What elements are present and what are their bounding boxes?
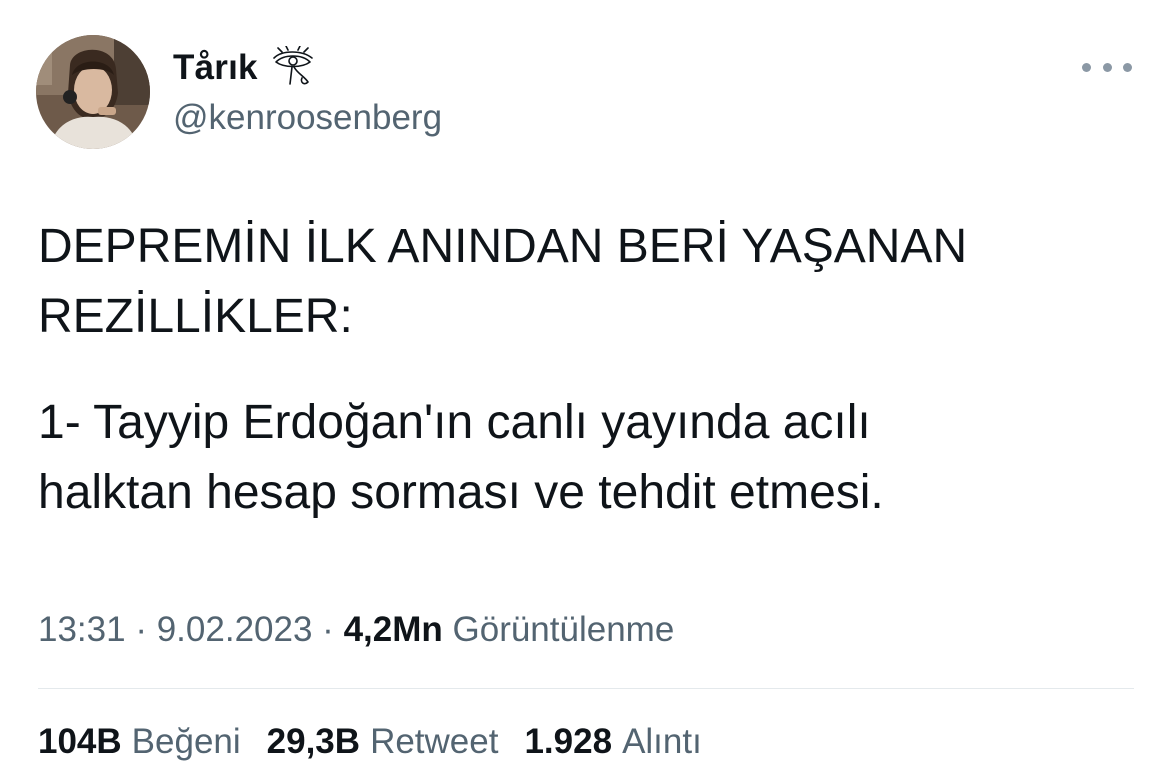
more-options-button[interactable] xyxy=(1082,52,1132,82)
meta-separator: · xyxy=(135,610,147,649)
tweet-paragraph: 1- Tayyip Erdoğan'ın canlı yayında acılı… xyxy=(38,396,884,519)
tweet-card: Tårık @kenroosenberg DEPREMİN İLK ANINDA… xyxy=(0,0,1170,762)
engagement-stats: 104B Beğeni 29,3B Retweet 1.928 Alıntı xyxy=(38,720,728,764)
quotes-label: Alıntı xyxy=(622,722,702,761)
tweet-date[interactable]: 9.02.2023 xyxy=(157,610,313,649)
avatar[interactable] xyxy=(36,35,150,149)
avatar-photo xyxy=(36,35,150,149)
more-dot-icon xyxy=(1102,62,1112,72)
eye-of-horus-icon xyxy=(272,46,313,85)
more-dot-icon xyxy=(1123,62,1132,72)
likes-label: Beğeni xyxy=(131,722,241,761)
retweets-stat[interactable]: 29,3B Retweet xyxy=(267,720,499,764)
views-label: Görüntülenme xyxy=(452,610,675,649)
likes-stat[interactable]: 104B Beğeni xyxy=(38,720,241,764)
divider xyxy=(38,688,1134,689)
tweet-text: DEPREMİN İLK ANINDAN BERİ YAŞANAN REZİLL… xyxy=(38,212,1138,528)
author-name-row[interactable]: Tårık xyxy=(173,46,318,90)
tweet-meta: 13:31 · 9.02.2023 · 4,2Mn Görüntülenme xyxy=(38,608,674,652)
views-count: 4,2Mn xyxy=(343,610,443,649)
meta-separator: · xyxy=(322,610,334,649)
retweets-count: 29,3B xyxy=(266,722,361,761)
tweet-paragraph: DEPREMİN İLK ANINDAN BERİ YAŞANAN REZİLL… xyxy=(38,220,968,343)
more-dot-icon xyxy=(1082,62,1091,72)
likes-count: 104B xyxy=(38,722,122,761)
quotes-stat[interactable]: 1.928 Alıntı xyxy=(524,720,701,764)
display-name[interactable]: Tårık xyxy=(173,46,258,90)
tweet-time[interactable]: 13:31 xyxy=(38,610,126,649)
quotes-count: 1.928 xyxy=(524,722,613,761)
author-handle[interactable]: @kenroosenberg xyxy=(173,96,442,140)
retweets-label: Retweet xyxy=(370,722,499,761)
